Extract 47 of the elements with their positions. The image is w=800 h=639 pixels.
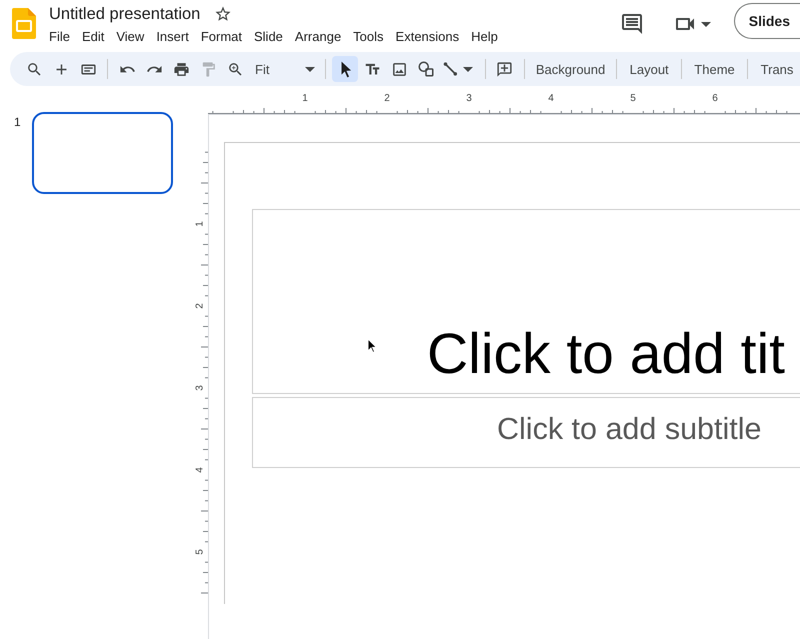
mouse-cursor-icon bbox=[367, 338, 377, 353]
document-title[interactable]: Untitled presentation bbox=[49, 4, 200, 24]
ruler-label: 1 bbox=[194, 221, 206, 227]
image-icon bbox=[390, 60, 408, 78]
zoom-dropdown[interactable]: Fit bbox=[249, 56, 320, 82]
subtitle-placeholder-text: Click to add subtitle bbox=[497, 412, 762, 447]
toolbar-button[interactable]: Layout bbox=[623, 56, 676, 82]
menu-item[interactable]: Format bbox=[194, 27, 248, 46]
menu-item[interactable]: Slide bbox=[248, 27, 289, 46]
slide-thumbnail[interactable] bbox=[32, 112, 173, 194]
ruler-label: 4 bbox=[194, 467, 206, 473]
ruler-label: 3 bbox=[466, 93, 472, 104]
search-icon bbox=[26, 60, 42, 78]
ruler-label: 3 bbox=[194, 385, 206, 391]
ruler-label: 5 bbox=[630, 93, 636, 104]
add-comment-icon bbox=[496, 60, 514, 78]
subtitle-placeholder[interactable]: Click to add subtitle bbox=[252, 397, 800, 468]
star-icon[interactable] bbox=[214, 5, 232, 23]
ruler-label: 2 bbox=[194, 303, 206, 309]
menu-item[interactable]: Tools bbox=[347, 27, 390, 46]
slide-number: 1 bbox=[14, 115, 22, 129]
ruler-label: 6 bbox=[712, 93, 718, 104]
menu-item[interactable]: Help bbox=[465, 27, 504, 46]
slideshow-button[interactable]: Slides bbox=[734, 3, 800, 39]
toolbar-button[interactable]: Trans bbox=[754, 56, 800, 82]
menu-item[interactable]: Arrange bbox=[288, 27, 348, 46]
printer-icon bbox=[172, 60, 190, 78]
menu-item[interactable]: Edit bbox=[76, 27, 110, 46]
caret-icon bbox=[700, 22, 711, 26]
menu-item[interactable]: View bbox=[110, 27, 150, 46]
menu-item[interactable]: Insert bbox=[150, 27, 195, 46]
title-placeholder[interactable]: Click to add tit bbox=[252, 209, 800, 394]
menu-item[interactable]: File bbox=[43, 27, 76, 46]
zoom-in-icon bbox=[226, 60, 244, 78]
toolbar-button[interactable]: Background bbox=[530, 56, 610, 82]
ruler-label: 5 bbox=[194, 549, 206, 555]
menu-item[interactable]: Extensions bbox=[390, 27, 466, 46]
caret-icon bbox=[462, 66, 473, 72]
ruler-label: 2 bbox=[384, 93, 390, 104]
ruler-label: 4 bbox=[548, 93, 554, 104]
caret-icon bbox=[305, 66, 316, 72]
ruler-label: 1 bbox=[302, 93, 308, 104]
shapes-icon bbox=[417, 60, 436, 78]
select-button[interactable] bbox=[332, 56, 358, 82]
comments-icon[interactable] bbox=[620, 12, 644, 36]
title-placeholder-text: Click to add tit bbox=[427, 321, 785, 387]
toolbar-button[interactable]: Theme bbox=[688, 56, 742, 82]
